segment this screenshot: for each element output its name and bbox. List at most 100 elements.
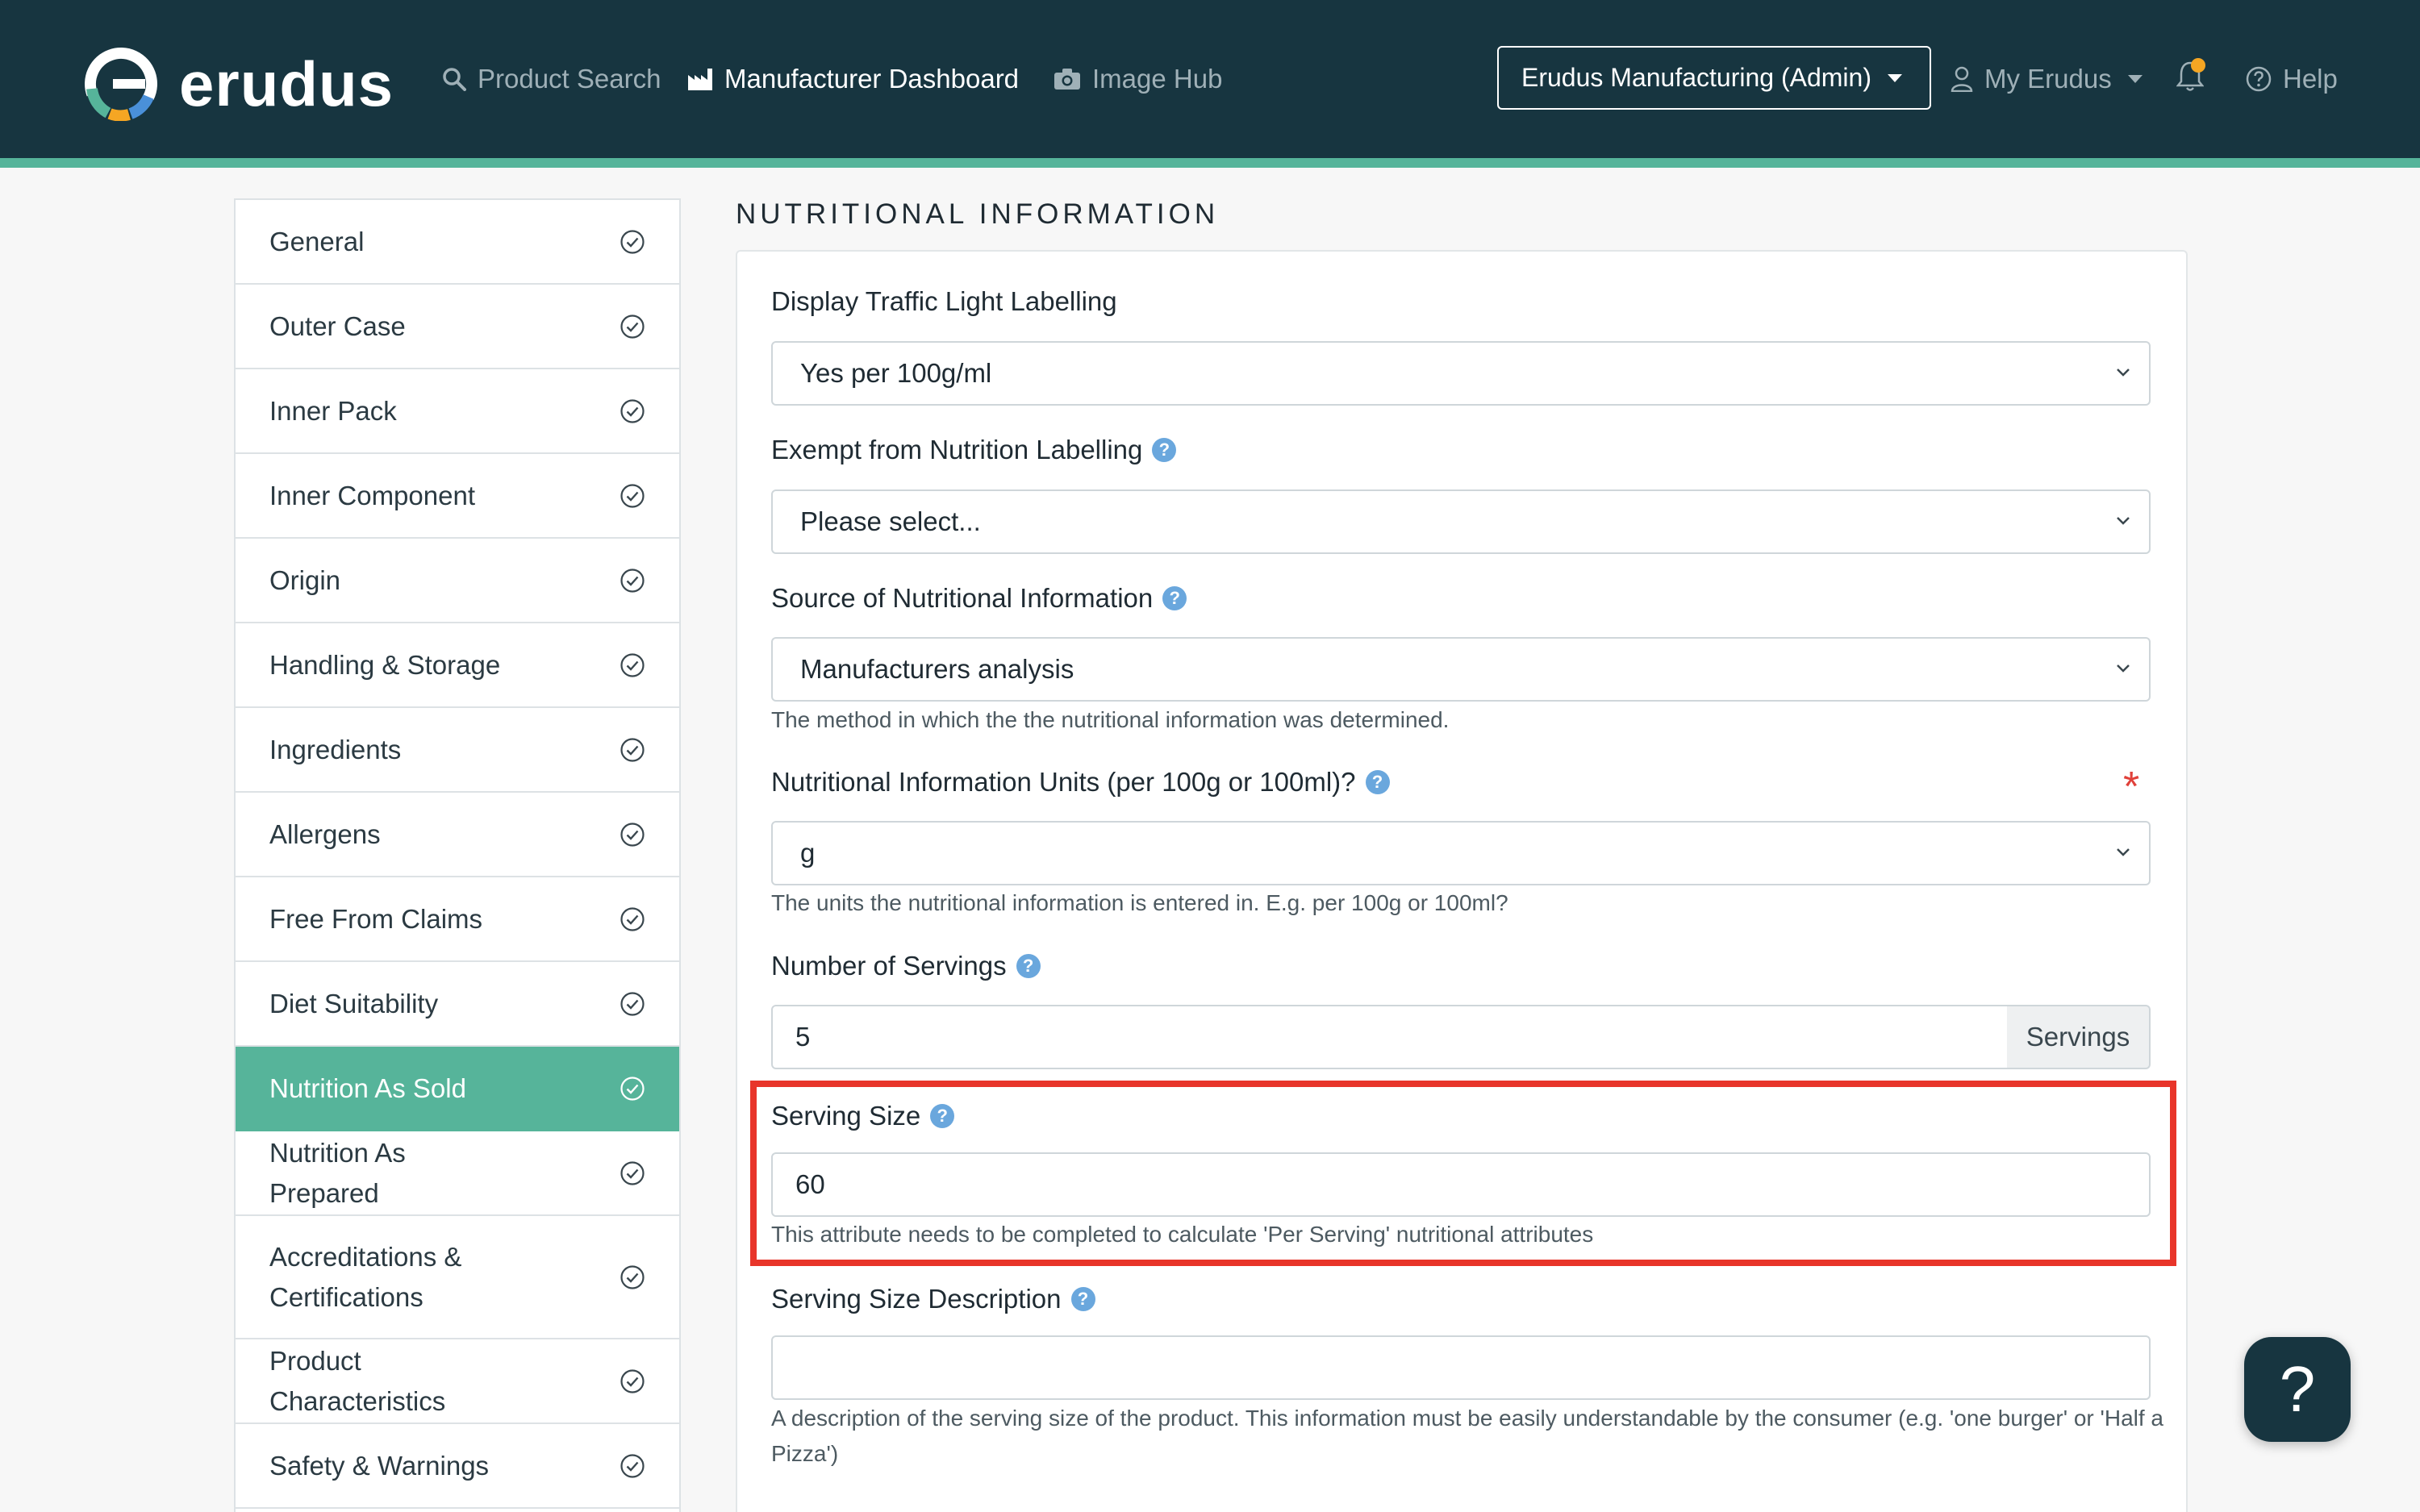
check-circle-icon [620, 652, 645, 677]
check-circle-icon [620, 314, 645, 339]
help-icon[interactable]: ? [1162, 586, 1187, 610]
help-icon[interactable]: ? [1070, 1287, 1095, 1311]
help-icon[interactable]: ? [1152, 438, 1177, 462]
serving-size-label-text: Serving Size [771, 1101, 921, 1131]
exempt-label-text: Exempt from Nutrition Labelling [771, 435, 1143, 464]
sidebar-item-general[interactable]: General [236, 200, 679, 285]
nav-manufacturer-dashboard[interactable]: Manufacturer Dashboard [687, 56, 1019, 102]
units-select[interactable]: g [771, 821, 2151, 885]
help-link[interactable]: Help [2246, 56, 2338, 102]
erudus-logo[interactable]: erudus [84, 47, 394, 121]
check-circle-icon [620, 1368, 645, 1393]
check-circle-icon [620, 398, 645, 423]
servings-label-text: Number of Servings [771, 951, 1007, 981]
sidebar-item-nutrition-as-sold[interactable]: Nutrition As Sold [236, 1047, 679, 1131]
sidebar-item-label: Ingredients [269, 734, 402, 764]
chevron-down-icon [2117, 517, 2130, 525]
check-circle-icon [620, 483, 645, 508]
traffic-light-label: Display Traffic Light Labelling [771, 286, 1117, 317]
serving-size-value: 60 [795, 1169, 825, 1199]
chevron-down-icon [1887, 73, 1902, 82]
chevron-down-icon [2117, 664, 2130, 673]
serving-desc-help-text: A description of the serving size of the… [771, 1406, 2164, 1466]
serving-size-input[interactable]: 60 [771, 1152, 2151, 1217]
exempt-label: Exempt from Nutrition Labelling ? [771, 435, 1177, 465]
page-title: NUTRITIONAL INFORMATION [736, 198, 1220, 230]
traffic-light-value: Yes per 100g/ml [800, 358, 992, 388]
check-circle-icon [620, 1160, 645, 1185]
my-erudus-menu[interactable]: My Erudus [1951, 56, 2143, 102]
help-icon[interactable]: ? [1016, 954, 1041, 978]
chevron-down-icon [2117, 369, 2130, 377]
exempt-select[interactable]: Please select... [771, 489, 2151, 554]
sidebar-item-free-from-claims[interactable]: Free From Claims [236, 877, 679, 962]
sidebar-item-label: Handling & Storage [269, 649, 501, 680]
check-circle-icon [620, 568, 645, 593]
sidebar-item-label: General [269, 226, 365, 256]
required-asterisk: * [2123, 764, 2140, 810]
serving-size-help-text: This attribute needs to be completed to … [771, 1222, 1594, 1247]
help-label: Help [2283, 64, 2338, 94]
sidebar-item-label: Outer Case [269, 310, 406, 341]
check-circle-icon [620, 1076, 645, 1101]
sidebar-item-label: Safety & Warnings [269, 1450, 490, 1481]
company-selector-button[interactable]: Erudus Manufacturing (Admin) [1497, 46, 1931, 110]
factory-icon [688, 69, 712, 90]
source-select[interactable]: Manufacturers analysis [771, 637, 2151, 702]
units-help-text: The units the nutritional information is… [771, 890, 1508, 915]
company-selector-label: Erudus Manufacturing (Admin) [1521, 63, 1871, 92]
servings-label: Number of Servings ? [771, 951, 1041, 981]
check-circle-icon [620, 1453, 645, 1478]
help-icon[interactable]: ? [1365, 770, 1390, 794]
sidebar-item-outer-case[interactable]: Outer Case [236, 285, 679, 369]
units-label-text: Nutritional Information Units (per 100g … [771, 767, 1356, 797]
logo-text: erudus [179, 48, 394, 119]
exempt-value: Please select... [800, 506, 981, 536]
notification-dot [2191, 58, 2205, 73]
chevron-down-icon [2127, 75, 2143, 83]
source-label: Source of Nutritional Information ? [771, 583, 1187, 614]
sidebar-item-product-characteristics[interactable]: Product Characteristics [236, 1339, 679, 1424]
my-erudus-label: My Erudus [1984, 64, 2112, 94]
search-icon [443, 68, 466, 91]
traffic-light-label-text: Display Traffic Light Labelling [771, 286, 1117, 316]
help-icon[interactable]: ? [930, 1104, 955, 1128]
chevron-down-icon [2117, 848, 2130, 856]
camera-icon [1054, 69, 1080, 90]
sidebar-item-label: Allergens [269, 818, 381, 849]
sidebar-item-label: Nutrition As Prepared [269, 1137, 406, 1208]
serving-size-label: Serving Size ? [771, 1101, 955, 1131]
sidebar-item-diet-suitability[interactable]: Diet Suitability [236, 962, 679, 1047]
traffic-light-select[interactable]: Yes per 100g/ml [771, 341, 2151, 406]
sidebar-item-inner-component[interactable]: Inner Component [236, 454, 679, 539]
servings-value: 5 [795, 1022, 811, 1052]
sidebar-item-ingredients[interactable]: Ingredients [236, 708, 679, 793]
units-label: Nutritional Information Units (per 100g … [771, 767, 1390, 798]
question-circle-icon [2246, 66, 2272, 92]
source-value: Manufacturers analysis [800, 654, 1074, 684]
help-chat-button[interactable]: ? [2244, 1337, 2351, 1442]
nav-image-hub-label: Image Hub [1092, 64, 1223, 94]
serving-desc-label-text: Serving Size Description [771, 1284, 1062, 1314]
sidebar-item-label: Free From Claims [269, 903, 483, 934]
sidebar-item-handling-storage[interactable]: Handling & Storage [236, 623, 679, 708]
sidebar-item-label: Origin [269, 564, 341, 595]
sidebar-item-safety-warnings[interactable]: Safety & Warnings [236, 1424, 679, 1509]
check-circle-icon [620, 1264, 645, 1289]
nav-image-hub[interactable]: Image Hub [1054, 56, 1222, 102]
nav-manufacturer-dashboard-label: Manufacturer Dashboard [724, 64, 1020, 94]
source-help-text: The method in which the the nutritional … [771, 707, 1450, 732]
sidebar-item-inner-pack[interactable]: Inner Pack [236, 369, 679, 454]
check-circle-icon [620, 229, 645, 254]
sidebar-item-accreditations-certifications[interactable]: Accreditations & Certifications [236, 1216, 679, 1339]
nav-product-search[interactable]: Product Search [442, 56, 661, 102]
servings-input[interactable]: 5 [771, 1005, 2009, 1069]
sidebar-item-origin[interactable]: Origin [236, 539, 679, 623]
serving-desc-input[interactable] [771, 1335, 2151, 1400]
sidebar-item-label: Inner Component [269, 480, 475, 510]
sidebar-item-nutrition-as-prepared[interactable]: Nutrition As Prepared [236, 1131, 679, 1216]
section-sidebar: General Outer Case Inner Pack Inner Compone… [234, 198, 681, 1512]
sidebar-item-label: Product Characteristics [269, 1345, 446, 1416]
units-value: g [800, 838, 816, 868]
sidebar-item-allergens[interactable]: Allergens [236, 793, 679, 877]
